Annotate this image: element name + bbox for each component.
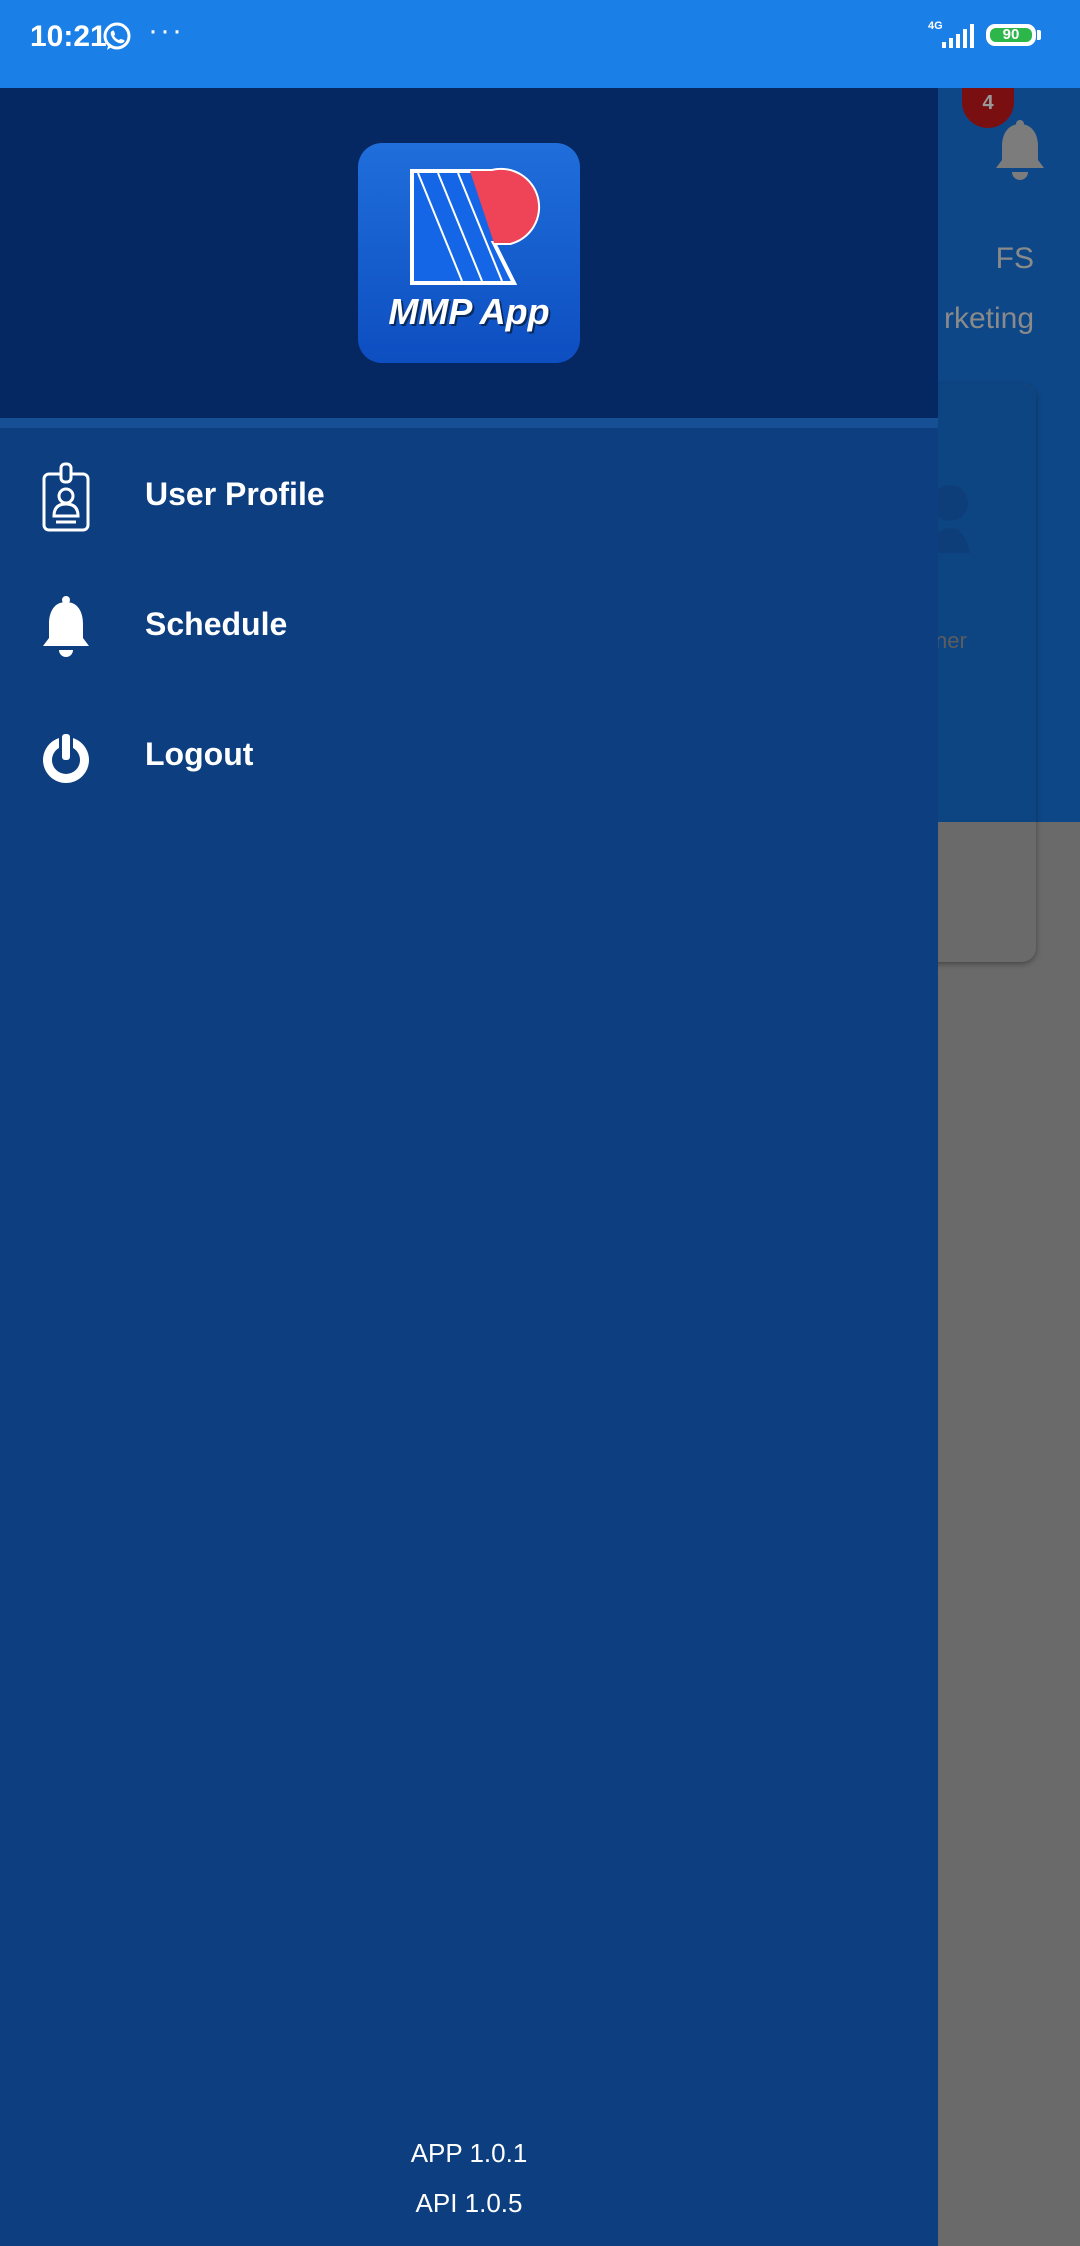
menu-item-logout[interactable]: Logout [0, 692, 938, 822]
app-logo: MMP App [358, 143, 580, 363]
drawer-header: MMP App [0, 88, 938, 418]
bell-icon [43, 596, 89, 657]
menu-label-schedule: Schedule [145, 606, 288, 642]
power-icon [43, 732, 89, 783]
status-bar: 10:21 ··· 4G 90 [0, 0, 1080, 88]
battery-tip [1037, 30, 1041, 40]
navigation-drawer: MMP App User Profile Schedule Logout APP… [0, 88, 938, 2246]
id-badge-icon [42, 462, 90, 532]
background-owner-label: ner [935, 628, 967, 653]
screen: 10:21 ··· 4G 90 4 FS rketing ner MMP App… [0, 0, 1080, 2246]
battery-icon: 90 [986, 24, 1036, 46]
menu-item-user-profile[interactable]: User Profile [0, 432, 938, 562]
api-version: API 1.0.5 [415, 2188, 523, 2218]
notification-bell-icon[interactable] [990, 118, 1050, 182]
user-icon [930, 485, 970, 553]
battery-level: 90 [990, 27, 1032, 42]
status-time: 10:21 [30, 20, 107, 53]
app-logo-text: MMP App [388, 291, 550, 332]
whatsapp-icon [103, 22, 131, 50]
menu-item-schedule[interactable]: Schedule [0, 562, 938, 692]
background-marketing-label: rketing [943, 302, 1034, 335]
background-fs-label: FS [995, 242, 1034, 275]
drawer-divider [0, 418, 938, 428]
signal-icon [942, 24, 974, 48]
menu-label-logout: Logout [145, 736, 254, 772]
status-overflow-dots: ··· [148, 14, 184, 47]
menu-label-user-profile: User Profile [145, 476, 325, 512]
app-version: APP 1.0.1 [410, 2138, 528, 2168]
